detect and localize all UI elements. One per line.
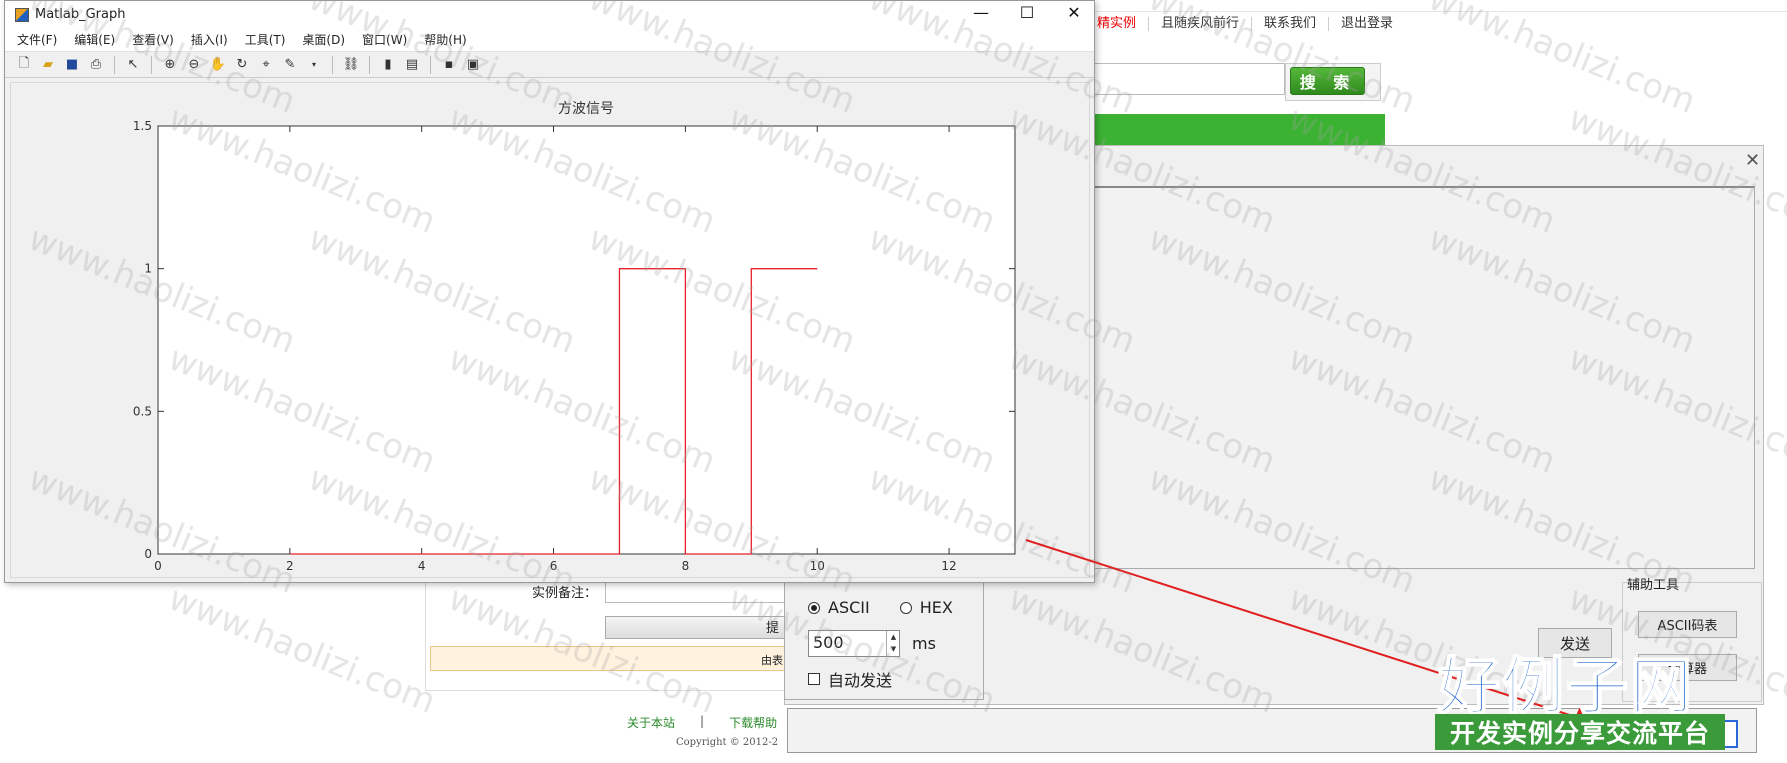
hex-radio[interactable]: HEX [899, 598, 953, 617]
matlab-app-icon [15, 7, 29, 22]
submit-button[interactable]: 提 [605, 616, 785, 639]
maximize-icon[interactable]: ☐ [1004, 3, 1050, 22]
rotate-icon[interactable]: ↻ [233, 56, 251, 74]
footer-separator: | [700, 714, 705, 728]
format-radio-group: ASCII HEX [808, 598, 953, 617]
x-tick-label: 10 [810, 559, 825, 573]
site-nav: 精实例 且随疾风前行 联系我们 退出登录 [1085, 17, 1405, 31]
y-tick-label: 0 [144, 547, 152, 561]
ascii-label: ASCII [828, 598, 870, 617]
brush-icon[interactable]: ✎ [281, 56, 299, 74]
chart-title: 方波信号 [558, 101, 614, 117]
link-plot-icon[interactable]: ⛓ [342, 56, 360, 74]
note-label: 实例备注： [532, 586, 598, 601]
nav-link-logout[interactable]: 退出登录 [1328, 17, 1405, 31]
zoom-in-icon[interactable]: ⊕ [161, 56, 179, 74]
open-file-icon[interactable]: ▰ [39, 56, 57, 74]
copyright: Copyright © 2012-2 [676, 737, 779, 748]
print-icon[interactable]: ⎙ [87, 56, 105, 74]
dialog-close-icon[interactable]: ✕ [1745, 150, 1760, 171]
figure-toolbar: 🗋 ▰ ■ ⎙ ↖ ⊕ ⊖ ✋ ↻ ⌖ ✎ ▾ ⛓ ▮ ▤ ▪ ▣ [5, 52, 1094, 78]
radio-checked-icon [808, 601, 820, 614]
toolbar-divider [151, 55, 152, 74]
x-tick-label: 0 [154, 559, 162, 573]
x-tick-label: 4 [418, 559, 426, 573]
radio-unchecked-icon [899, 601, 912, 614]
receive-area[interactable] [1085, 186, 1755, 569]
send-input-area[interactable] [787, 708, 1757, 753]
menu-help[interactable]: 帮助(H) [424, 31, 466, 48]
ascii-radio[interactable]: ASCII [808, 598, 870, 617]
toolbar-divider [114, 55, 115, 74]
title-bar: Matlab_Graph — ☐ ✕ [5, 1, 1094, 28]
window-title: Matlab_Graph [35, 7, 126, 22]
y-tick-label: 1.5 [133, 119, 152, 133]
x-tick-label: 6 [550, 559, 558, 573]
matlab-window: Matlab_Graph — ☐ ✕ 文件(F) 编辑(E) 查看(V) 插入(… [4, 0, 1095, 583]
toolbar-divider [332, 55, 333, 74]
footer-link-about[interactable]: 关于本站 [627, 714, 675, 731]
ascii-table-button[interactable]: ASCII码表 [1638, 611, 1737, 638]
new-figure-icon[interactable]: 🗋 [15, 56, 33, 74]
menu-file[interactable]: 文件(F) [17, 31, 57, 48]
data-cursor-icon[interactable]: ⌖ [257, 56, 275, 74]
toolbar-divider [430, 55, 431, 74]
brush-dropdown-icon[interactable]: ▾ [305, 56, 323, 74]
toolbar-divider [369, 55, 370, 74]
figure-area: 方波信号 0 2 4 6 8 10 12 0 0.5 1 1.5 [10, 82, 1090, 578]
show-tools-icon[interactable]: ▣ [464, 56, 482, 74]
menu-bar: 文件(F) 编辑(E) 查看(V) 插入(I) 工具(T) 桌面(D) 窗口(W… [5, 28, 1094, 52]
menu-window[interactable]: 窗口(W) [362, 31, 407, 48]
auto-send-label: 自动发送 [828, 671, 893, 690]
axes-box [157, 125, 1016, 555]
watermark-text: www.haolizi.com [1422, 0, 1702, 122]
site-footer: 关于本站 | 下载帮助 [627, 714, 777, 731]
interval-spinner[interactable]: ▲ ▼ [886, 631, 900, 656]
save-icon[interactable]: ■ [63, 56, 81, 74]
site-search-button[interactable]: 搜 索 [1290, 67, 1365, 95]
legend-icon[interactable]: ▤ [403, 56, 421, 74]
minimize-icon[interactable]: — [958, 3, 1004, 22]
nav-link-contact[interactable]: 联系我们 [1251, 17, 1328, 31]
hex-label: HEX [919, 598, 953, 617]
menu-edit[interactable]: 编辑(E) [74, 31, 115, 48]
tools-group [1622, 582, 1762, 702]
zoom-out-icon[interactable]: ⊖ [185, 56, 203, 74]
x-tick-label: 2 [286, 559, 294, 573]
tool-button-2[interactable]: 计算器 [1638, 654, 1737, 681]
auto-send-checkbox[interactable]: 自动发送 [808, 667, 892, 691]
browser-top-strip [1085, 0, 1787, 12]
interval-unit: ms [912, 634, 936, 653]
site-search-input[interactable] [1085, 63, 1285, 95]
menu-tools[interactable]: 工具(T) [245, 31, 286, 48]
watermark-text: www.haolizi.com [162, 578, 442, 722]
menu-insert[interactable]: 插入(I) [191, 31, 228, 48]
menu-desktop[interactable]: 桌面(D) [302, 31, 345, 48]
x-tick-label: 8 [682, 559, 690, 573]
send-button[interactable]: 发送 [1538, 628, 1612, 658]
nav-link-user[interactable]: 且随疾风前行 [1148, 17, 1251, 31]
focused-input[interactable] [1650, 720, 1738, 748]
close-icon[interactable]: ✕ [1051, 3, 1097, 22]
pointer-icon[interactable]: ↖ [124, 56, 142, 74]
colorbar-icon[interactable]: ▮ [379, 56, 397, 74]
x-tick-label: 12 [941, 559, 956, 573]
footer-link-help[interactable]: 下载帮助 [729, 714, 777, 731]
pan-icon[interactable]: ✋ [209, 56, 227, 74]
y-tick-label: 0.5 [133, 404, 152, 418]
hide-tools-icon[interactable]: ▪ [440, 56, 458, 74]
square-wave-chart: 方波信号 0 2 4 6 8 10 12 0 0.5 1 1.5 [133, 101, 1016, 573]
green-banner [1085, 114, 1385, 146]
form-tip: 由表 [430, 646, 785, 671]
y-tick-label: 1 [144, 262, 152, 276]
menu-view[interactable]: 查看(V) [132, 31, 174, 48]
tools-label: 辅助工具 [1627, 578, 1680, 593]
checkbox-icon [808, 673, 820, 685]
